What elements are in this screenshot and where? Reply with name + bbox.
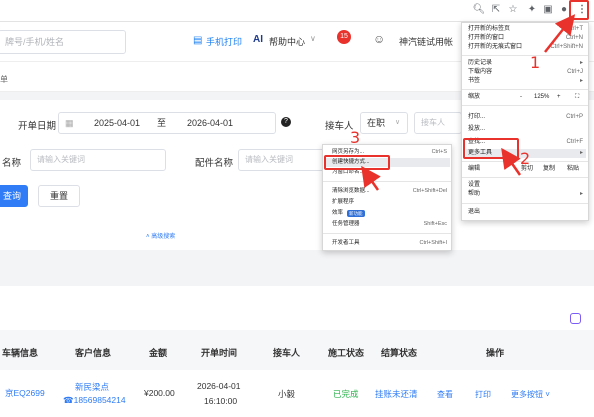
- annotation-arrow-step3: [361, 165, 381, 191]
- annotation-step3: 3: [350, 128, 361, 147]
- annotation-arrow-step1: [544, 14, 576, 53]
- annotation-step2: 2: [520, 149, 531, 168]
- annotation-arrows: [361, 14, 576, 191]
- annotation-arrow-step2: [501, 147, 522, 176]
- annotation-step1: 1: [530, 53, 541, 72]
